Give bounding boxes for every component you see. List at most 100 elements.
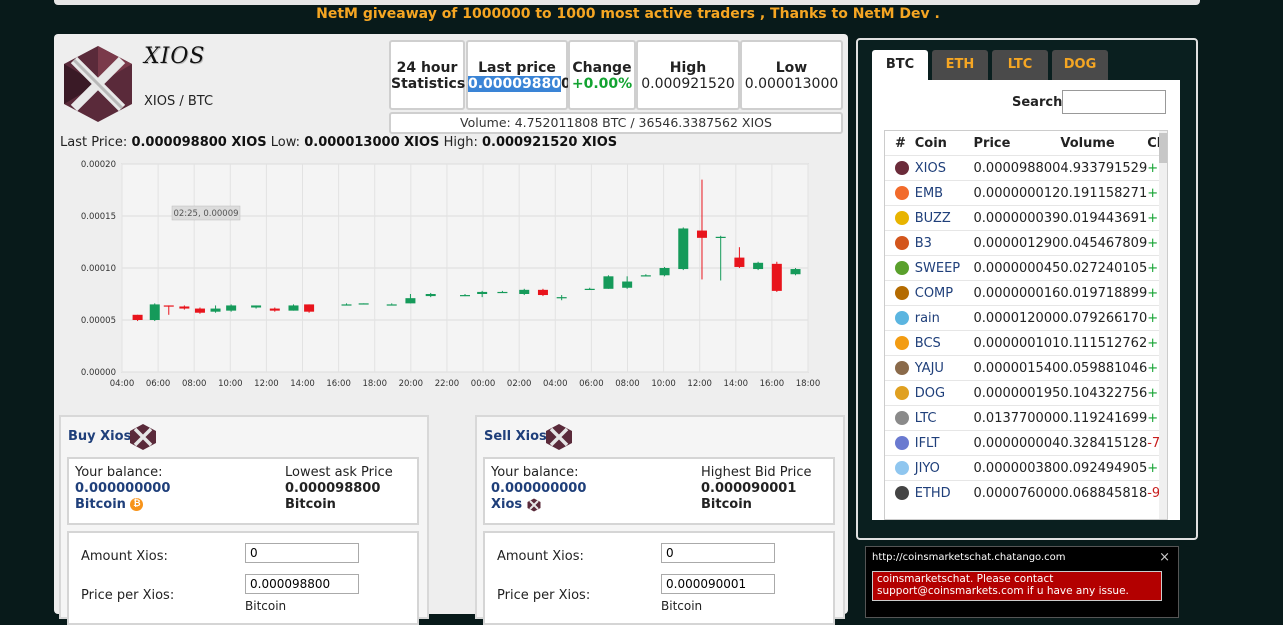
volume-bar: Volume: 4.752011808 BTC / 36546.3387562 …: [389, 112, 843, 134]
stat-last-price: Last price 0.000098800: [466, 40, 571, 110]
coin-name-cell[interactable]: JIYO: [914, 455, 974, 481]
table-row[interactable]: BUZZ 0.000000039 0.019443691 +0: [885, 205, 1167, 231]
candle-body: [537, 289, 548, 296]
candle-body: [425, 294, 436, 297]
scrollbar-thumb[interactable]: [1159, 133, 1167, 163]
coin-icon: [895, 261, 909, 275]
y-tick-label: 0.00000: [81, 368, 116, 378]
buy-price-input[interactable]: [245, 574, 359, 594]
table-row[interactable]: IFLT 0.000000004 0.328415128 -7: [885, 430, 1167, 456]
table-row[interactable]: JIYO 0.000000380 0.092494905 +0: [885, 455, 1167, 481]
trade-panel: XIOS XIOS / BTC 24 hour Statistics Last …: [54, 34, 848, 625]
table-row[interactable]: DOG 0.000000195 0.104322756 +0: [885, 380, 1167, 406]
candle-body: [194, 308, 205, 313]
table-row[interactable]: LTC 0.013770000 0.119241699 +0: [885, 405, 1167, 431]
buy-panel: Buy Xios Your balance: 0.000000000 Bitco…: [59, 415, 429, 625]
tab-dog[interactable]: DOG: [1052, 50, 1108, 80]
volume-cell: 0.191158271: [1060, 180, 1148, 206]
sell-price-input[interactable]: [661, 574, 775, 594]
sell-title: Sell Xios: [484, 429, 547, 444]
coin-name: XIOS: [144, 44, 206, 69]
tab-btc[interactable]: BTC: [872, 50, 928, 80]
xios-small-icon: [527, 498, 541, 511]
price-cell: 0.013770000: [973, 405, 1061, 431]
candle-body: [622, 281, 633, 288]
tab-ltc[interactable]: LTC: [992, 50, 1048, 80]
price-cell: 0.000001540: [973, 355, 1061, 381]
table-row[interactable]: BCS 0.000000101 0.111512762 +0: [885, 330, 1167, 356]
candle-body: [734, 257, 745, 267]
price-cell: 0.000000101: [973, 330, 1061, 356]
table-row[interactable]: XIOS 0.000098800 4.933791529 +0: [885, 155, 1167, 181]
volume-cell: 0.104322756: [1060, 380, 1148, 406]
coin-name-cell[interactable]: BUZZ: [914, 205, 974, 231]
x-tick-label: 16:00: [326, 379, 351, 389]
coin-icon: [895, 411, 909, 425]
coin-name-cell[interactable]: XIOS: [914, 155, 974, 181]
coin-icon: [895, 386, 909, 400]
coin-name-cell[interactable]: COMP: [914, 280, 974, 306]
x-tick-label: 20:00: [399, 379, 424, 389]
price-cell: 0.000001290: [973, 230, 1061, 256]
coin-icon: [895, 336, 909, 350]
candle-body: [771, 263, 782, 291]
table-row[interactable]: EMB 0.000000012 0.191158271 +0: [885, 180, 1167, 206]
coin-pair: XIOS / BTC: [144, 94, 214, 109]
buy-balance-value[interactable]: 0.000000000: [75, 481, 170, 496]
volume-cell: 0.079266170: [1060, 305, 1148, 331]
table-row[interactable]: COMP 0.000000016 0.019718899 +0: [885, 280, 1167, 306]
close-icon[interactable]: ×: [1159, 550, 1170, 565]
coin-name-cell[interactable]: rain: [914, 305, 974, 331]
search-input[interactable]: [1062, 90, 1166, 114]
stat-low: Low 0.000013000: [740, 40, 843, 110]
table-scrollbar[interactable]: [1159, 131, 1167, 519]
highest-bid-value[interactable]: 0.000090001: [701, 481, 796, 496]
volume-cell: 0.019718899: [1060, 280, 1148, 306]
x-tick-label: 22:00: [435, 379, 460, 389]
x-tick-label: 12:00: [687, 379, 712, 389]
table-row[interactable]: YAJU 0.000001540 0.059881046 +2: [885, 355, 1167, 381]
volume-cell: 0.068845818: [1060, 480, 1148, 505]
coin-name-cell[interactable]: EMB: [914, 180, 974, 206]
volume-cell: 0.045467809: [1060, 230, 1148, 256]
lowest-ask-value[interactable]: 0.000098800: [285, 481, 380, 496]
tab-eth[interactable]: ETH: [932, 50, 988, 80]
coin-icon: [895, 436, 909, 450]
x-tick-label: 14:00: [290, 379, 315, 389]
candle-body: [226, 305, 237, 311]
coin-name-cell[interactable]: DOG: [914, 380, 974, 406]
x-tick-label: 06:00: [146, 379, 171, 389]
x-tick-label: 08:00: [182, 379, 207, 389]
coin-name-cell[interactable]: ETHD: [914, 480, 974, 505]
sell-amount-input[interactable]: [661, 543, 775, 563]
coin-name-cell[interactable]: LTC: [914, 405, 974, 431]
stat-high: High 0.000921520: [636, 40, 740, 110]
market-table-wrap: # Coin Price Volume Cl XIOS 0.000098800 4.…: [884, 130, 1168, 520]
sell-balance-value[interactable]: 0.000000000: [491, 481, 586, 496]
price-candlestick-chart[interactable]: 0.00000 0.00005 0.00010 0.00015 0.00020 04:00…: [60, 158, 820, 398]
coin-name-cell[interactable]: B3: [914, 230, 974, 256]
candle-body: [179, 306, 190, 309]
coin-name-cell[interactable]: IFLT: [914, 430, 974, 456]
table-header: # Coin Price Volume Cl: [895, 135, 1162, 151]
buy-amount-input[interactable]: [245, 543, 359, 563]
coin-name-cell[interactable]: SWEEP: [914, 255, 974, 281]
coin-name-cell[interactable]: YAJU: [914, 355, 974, 381]
candle-body: [584, 288, 595, 290]
table-row[interactable]: B3 0.000001290 0.045467809 +0: [885, 230, 1167, 256]
last-price-selected[interactable]: 0.00009880: [468, 76, 561, 92]
volume-cell: 0.092494905: [1060, 455, 1148, 481]
table-row[interactable]: rain 0.000012000 0.079266170 +0: [885, 305, 1167, 331]
table-row[interactable]: ETHD 0.000076000 0.068845818 -9: [885, 480, 1167, 505]
volume-cell: 0.119241699: [1060, 405, 1148, 431]
table-row[interactable]: SWEEP 0.000000045 0.027240105 +0: [885, 255, 1167, 281]
buy-title: Buy Xios: [68, 429, 132, 444]
market-panel: BTC ETH LTC DOG Search: # Coin Price Vol…: [856, 38, 1198, 540]
market-table: # Coin Price Volume Cl XIOS 0.000098800 4.…: [885, 131, 1167, 505]
sell-balance-box: Your balance: 0.000000000 Xios Highest B…: [483, 457, 835, 525]
chat-url[interactable]: http://coinsmarketschat.chatango.com: [872, 552, 1066, 563]
coin-name-cell[interactable]: BCS: [914, 330, 974, 356]
candle-body: [519, 289, 530, 294]
candle-body: [497, 291, 508, 294]
volume-cell: 0.019443691: [1060, 205, 1148, 231]
